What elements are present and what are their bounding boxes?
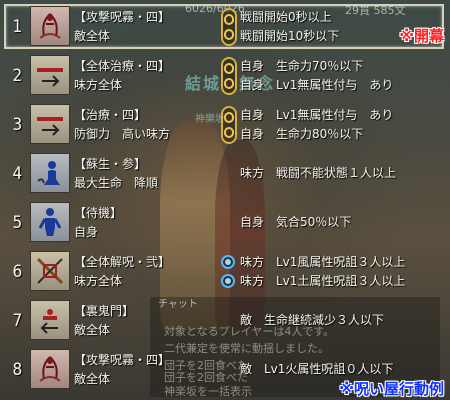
demon-gate-icon bbox=[30, 300, 70, 340]
tactic-row-7[interactable]: 7 【裏鬼門】 敵全体 敵 生命継続減少３人以下 bbox=[0, 297, 450, 346]
tactic-row-5[interactable]: 5 【待機】 自身 自身 気合50％以下 bbox=[0, 199, 450, 248]
row-number: 7 bbox=[12, 311, 22, 331]
row-number: 4 bbox=[12, 164, 22, 184]
skill-name: 【蘇生・参】 bbox=[74, 157, 147, 171]
condition-1: 自身 Lv1無属性付与 あり bbox=[240, 108, 394, 122]
skill-target: 最大生命 降順 bbox=[74, 176, 159, 190]
dispel-icon bbox=[30, 251, 70, 291]
group-heal-icon bbox=[30, 55, 70, 95]
tactics-list: 1 【攻撃呪霧・四】 敵全体 戦闘開始0秒以上 戦闘開始10秒以下 2 【全体治… bbox=[0, 0, 450, 400]
skill-target: 防御力 高い味方 bbox=[74, 127, 171, 141]
example-callout: ※呪い屋行動例 bbox=[339, 380, 444, 398]
revive-icon bbox=[30, 153, 70, 193]
curse-mist-icon bbox=[30, 349, 70, 389]
curse-mist-icon bbox=[30, 6, 70, 46]
chain-link-icon bbox=[221, 106, 237, 144]
tactic-row-6[interactable]: 6 【全体解呪・弐】 味方全体 味方 Lv1風属性呪詛３人以上 味方 Lv1土属… bbox=[0, 248, 450, 297]
condition-1: 味方 戦闘不能状態１人以上 bbox=[240, 166, 397, 180]
skill-target: 敵全体 bbox=[74, 372, 111, 386]
skill-target: 敵全体 bbox=[74, 323, 111, 337]
skill-name: 【攻撃呪霧・四】 bbox=[74, 10, 171, 24]
row-number: 2 bbox=[12, 66, 22, 86]
row-number: 8 bbox=[12, 360, 22, 380]
row-number: 5 bbox=[12, 213, 22, 233]
condition-2: 戦闘開始10秒以下 bbox=[240, 29, 340, 43]
row-number: 6 bbox=[12, 262, 22, 282]
wait-icon bbox=[30, 202, 70, 242]
skill-name: 【全体治療・四】 bbox=[74, 59, 171, 73]
skill-target: 味方全体 bbox=[74, 274, 123, 288]
chain-link-icon bbox=[221, 8, 237, 46]
skill-target: 自身 bbox=[74, 225, 99, 239]
condition-1: 味方 Lv1風属性呪詛３人以上 bbox=[240, 255, 406, 269]
condition-1: 敵 生命継続減少３人以下 bbox=[240, 313, 385, 327]
condition-mark-icon bbox=[221, 274, 235, 288]
tactic-row-1[interactable]: 1 【攻撃呪霧・四】 敵全体 戦闘開始0秒以上 戦闘開始10秒以下 bbox=[0, 3, 450, 52]
skill-target: 敵全体 bbox=[74, 29, 111, 43]
row-number: 3 bbox=[12, 115, 22, 135]
skill-name: 【攻撃呪霧・四】 bbox=[74, 353, 171, 367]
condition-1: 自身 生命力70％以下 bbox=[240, 59, 364, 73]
tactic-row-2[interactable]: 2 【全体治療・四】 味方全体 自身 生命力70％以下 自身 Lv1無属性付与 … bbox=[0, 52, 450, 101]
condition-mark-icon bbox=[221, 255, 235, 269]
condition-2: 味方 Lv1土属性呪詛３人以上 bbox=[240, 274, 406, 288]
heal-icon bbox=[30, 104, 70, 144]
skill-name: 【治療・四】 bbox=[74, 108, 147, 122]
tactic-row-3[interactable]: 3 【治療・四】 防御力 高い味方 自身 Lv1無属性付与 あり 自身 生命力8… bbox=[0, 101, 450, 150]
condition-1: 戦闘開始0秒以上 bbox=[240, 10, 332, 24]
condition-1: 自身 気合50％以下 bbox=[240, 215, 352, 229]
skill-target: 味方全体 bbox=[74, 78, 123, 92]
condition-1: 敵 Lv1火属性呪詛０人以下 bbox=[240, 362, 394, 376]
condition-2: 自身 Lv1無属性付与 あり bbox=[240, 78, 394, 92]
chain-link-icon bbox=[221, 57, 237, 95]
row-number: 1 bbox=[12, 17, 22, 37]
opening-callout: ※開幕 bbox=[399, 27, 444, 45]
skill-name: 【全体解呪・弐】 bbox=[74, 255, 171, 269]
skill-name: 【待機】 bbox=[74, 206, 123, 220]
condition-2: 自身 生命力80％以下 bbox=[240, 127, 364, 141]
tactic-row-4[interactable]: 4 【蘇生・参】 最大生命 降順 味方 戦闘不能状態１人以上 bbox=[0, 150, 450, 199]
skill-name: 【裏鬼門】 bbox=[74, 304, 135, 318]
